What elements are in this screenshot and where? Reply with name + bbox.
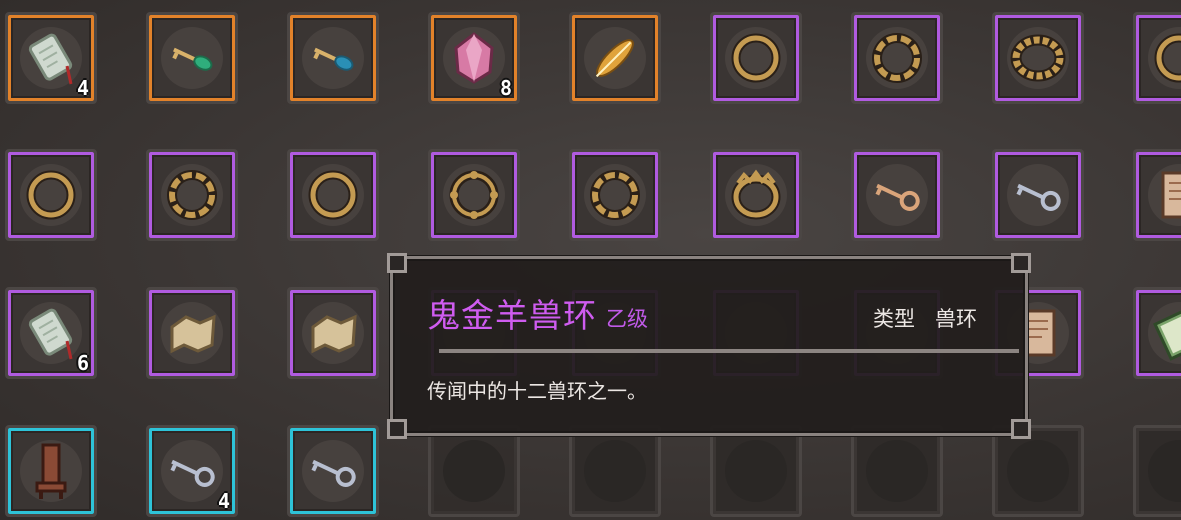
map-icon xyxy=(311,314,357,354)
tooltip-corner xyxy=(1011,419,1031,439)
item-count: 4 xyxy=(76,76,89,100)
item-count: 6 xyxy=(76,351,89,375)
inventory-slot[interactable]: 4 xyxy=(5,12,97,104)
book-icon xyxy=(1153,307,1181,361)
inventory-slot[interactable] xyxy=(5,425,97,517)
inventory-slot[interactable] xyxy=(710,12,802,104)
inventory-slot[interactable] xyxy=(428,425,520,517)
tooltip-corner xyxy=(387,253,407,273)
inventory-slot[interactable] xyxy=(287,287,379,379)
item-grade: 乙级 xyxy=(606,307,648,331)
plain-ring-icon xyxy=(1154,33,1181,83)
tooltip-divider xyxy=(439,349,1019,353)
inventory-slot[interactable] xyxy=(287,12,379,104)
inventory-slot[interactable] xyxy=(710,149,802,241)
inventory-slot[interactable] xyxy=(992,425,1084,517)
slot-circle xyxy=(443,440,505,502)
tablet-icon xyxy=(28,33,73,85)
item-count: 4 xyxy=(217,489,230,513)
inventory-slot[interactable] xyxy=(1133,287,1181,379)
inventory-slot[interactable] xyxy=(569,425,661,517)
braided-ring-icon xyxy=(1010,34,1066,82)
inventory-slot[interactable] xyxy=(851,149,943,241)
inventory-slot[interactable] xyxy=(992,149,1084,241)
map-icon xyxy=(170,314,216,354)
inventory-slot[interactable]: 6 xyxy=(5,287,97,379)
tooltip-corner xyxy=(387,419,407,439)
slot-circle xyxy=(725,440,787,502)
item-count: 8 xyxy=(499,76,512,100)
inventory-slot[interactable] xyxy=(428,149,520,241)
blue-key-icon xyxy=(313,47,354,71)
bronze-key-icon xyxy=(875,183,920,211)
tablet-icon xyxy=(28,308,73,360)
inventory-slot[interactable] xyxy=(146,287,238,379)
inventory-slot[interactable] xyxy=(287,425,379,517)
slot-circle xyxy=(1007,440,1069,502)
inventory-slot[interactable] xyxy=(992,12,1084,104)
inventory-slot[interactable]: 8 xyxy=(428,12,520,104)
inventory-slot[interactable]: 4 xyxy=(146,425,238,517)
inventory-slot[interactable] xyxy=(851,425,943,517)
pink-crystal-icon xyxy=(454,32,494,84)
twisted-ring-icon xyxy=(590,170,640,220)
golden-feather-icon xyxy=(595,39,634,78)
inventory-slot[interactable] xyxy=(851,12,943,104)
inventory-slot[interactable] xyxy=(287,149,379,241)
silver-key-icon xyxy=(170,459,215,487)
plain-ring-icon xyxy=(308,170,358,220)
inventory-slot[interactable] xyxy=(146,149,238,241)
inventory-slot[interactable] xyxy=(1133,149,1181,241)
item-description: 传闻中的十二兽环之一。 xyxy=(427,379,647,403)
inventory-slot[interactable] xyxy=(569,12,661,104)
inventory-slot[interactable] xyxy=(1133,425,1181,517)
studded-ring-icon xyxy=(449,170,499,220)
chair-icon xyxy=(35,443,67,499)
slot-circle xyxy=(866,440,928,502)
silver-key-icon xyxy=(311,459,356,487)
item-type-value: 兽环 xyxy=(935,307,977,331)
scroll-icon xyxy=(1161,171,1181,219)
inventory-slot[interactable] xyxy=(146,12,238,104)
inventory-slot[interactable] xyxy=(1133,12,1181,104)
slot-circle xyxy=(584,440,646,502)
twisted-ring-icon xyxy=(872,33,922,83)
item-tooltip: 鬼金羊兽环 乙级 类型 兽环 传闻中的十二兽环之一。 xyxy=(387,253,1031,439)
item-type-label: 类型 xyxy=(873,307,915,331)
crown-ring-icon xyxy=(731,169,781,220)
tooltip-corner xyxy=(1011,253,1031,273)
plain-ring-icon xyxy=(26,170,76,220)
inventory-slot[interactable] xyxy=(5,149,97,241)
inventory-slot[interactable] xyxy=(569,149,661,241)
inventory-slot[interactable] xyxy=(710,425,802,517)
item-name: 鬼金羊兽环 xyxy=(427,296,597,335)
green-key-icon xyxy=(172,47,213,71)
twisted-ring-icon xyxy=(167,170,217,220)
plain-ring-icon xyxy=(731,33,781,83)
silver-key-icon xyxy=(1016,183,1061,211)
